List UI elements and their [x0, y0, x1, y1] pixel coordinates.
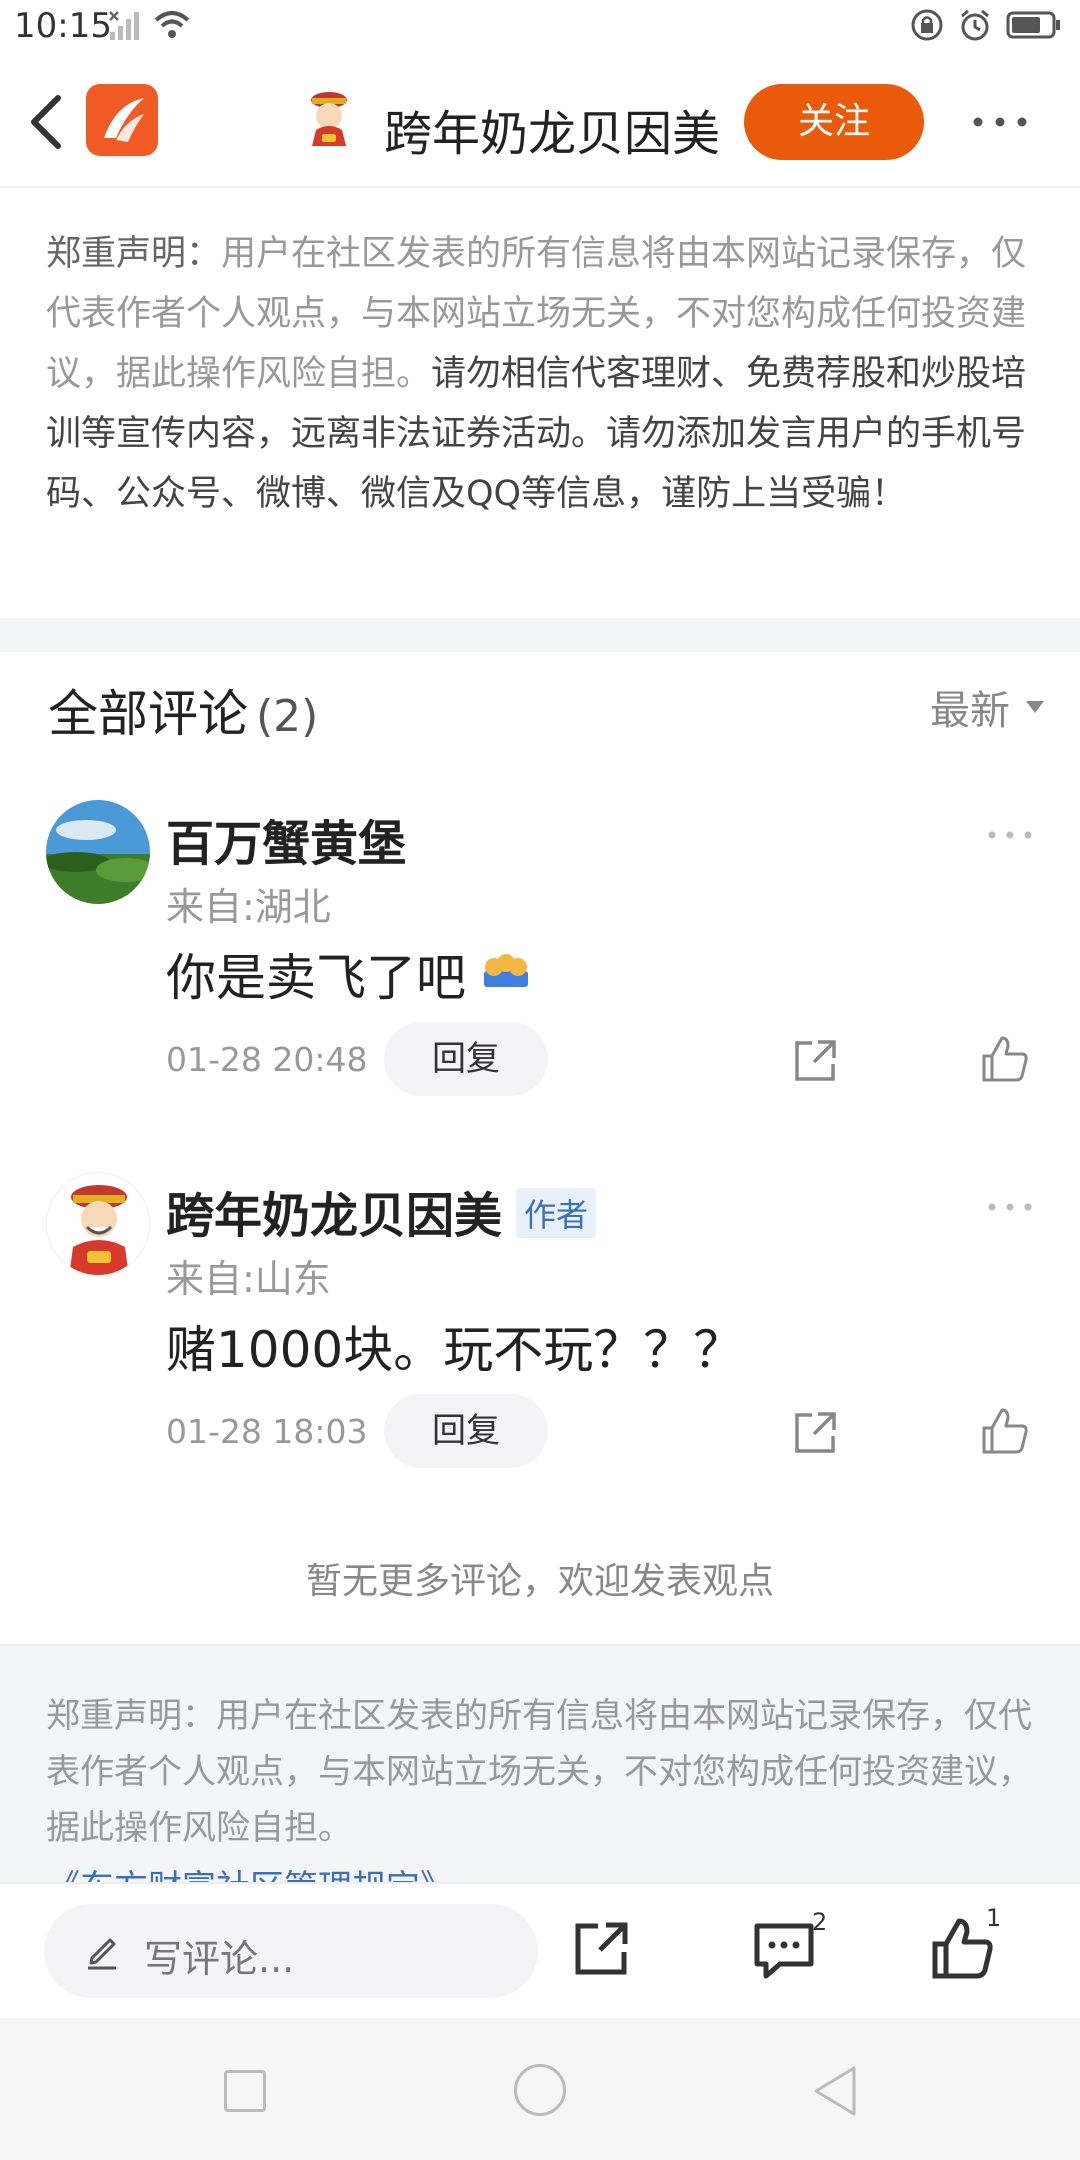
- sort-label: 最新: [930, 688, 1010, 734]
- reply-button[interactable]: 回复: [384, 1394, 548, 1468]
- status-left-icons: [108, 8, 192, 42]
- comment-time: 01-28 18:03: [166, 1412, 368, 1451]
- god-of-wealth-avatar-image: [47, 1173, 149, 1275]
- back-button[interactable]: [24, 92, 74, 152]
- laughing-faces-emoji-icon: [483, 954, 528, 987]
- status-bar: 10:15: [0, 0, 1080, 56]
- status-right-icons: [910, 8, 1062, 42]
- follow-button[interactable]: 关注: [744, 84, 924, 160]
- comments-title: 全部评论: [48, 685, 248, 743]
- write-comment-input[interactable]: 写评论...: [44, 1904, 538, 1998]
- comment-author-name: 跨年奶龙贝因美 作者: [166, 1176, 597, 1246]
- home-button[interactable]: [514, 2064, 566, 2116]
- page-title: 跨年奶龙贝因美: [384, 106, 721, 162]
- recent-apps-button[interactable]: [224, 2070, 266, 2112]
- status-time: 10:15: [14, 6, 112, 46]
- footer-disclaimer-text: 郑重声明：用户在社区发表的所有信息将由本网站记录保存，仅代表作者个人观点，与本网…: [46, 1696, 1032, 1848]
- like-count-badge: 1: [986, 1904, 1002, 1932]
- comment-location: 来自:湖北: [166, 885, 331, 929]
- no-more-comments-text: 暂无更多评论，欢迎发表观点: [305, 1561, 774, 1602]
- share-icon[interactable]: [792, 1410, 838, 1456]
- landscape-avatar-image: [46, 800, 150, 904]
- comment-icon[interactable]: [752, 1920, 816, 1980]
- avatar[interactable]: [46, 800, 150, 904]
- comment-count-badge: 2: [812, 1908, 828, 1936]
- comment-text: 你是卖飞了吧: [166, 938, 530, 1010]
- footer-disclaimer: 郑重声明：用户在社区发表的所有信息将由本网站记录保存，仅代表作者个人观点，与本网…: [0, 1644, 1080, 1882]
- author-badge: 作者: [516, 1188, 597, 1238]
- write-comment-placeholder: 写评论...: [144, 1937, 295, 1981]
- wifi-icon: [154, 11, 190, 38]
- lock-rotation-icon: [911, 9, 943, 41]
- battery-icon: [1006, 11, 1060, 39]
- author-avatar-icon[interactable]: [300, 90, 358, 148]
- more-options-icon[interactable]: [986, 1200, 1034, 1214]
- share-icon[interactable]: [572, 1920, 630, 1978]
- bottom-action-bar: 写评论... 2 1: [0, 1882, 1080, 2018]
- pen-icon: [88, 1938, 116, 1970]
- reply-button[interactable]: 回复: [384, 1022, 548, 1096]
- signal-icon: [109, 11, 139, 40]
- comments-count: (2): [256, 691, 319, 742]
- top-nav-bar: 跨年奶龙贝因美 关注: [0, 60, 1080, 188]
- more-options-icon[interactable]: [986, 828, 1034, 842]
- comment-author-name[interactable]: 百万蟹黄堡: [166, 804, 406, 874]
- section-divider: [0, 618, 1080, 652]
- like-icon[interactable]: [980, 1034, 1030, 1084]
- comment-author-name-text[interactable]: 跨年奶龙贝因美: [166, 1188, 502, 1244]
- comment-time: 01-28 20:48: [166, 1040, 368, 1079]
- comment-text-content: 你是卖飞了吧: [166, 949, 466, 1007]
- comment-location: 来自:山东: [166, 1257, 331, 1301]
- community-rules-link[interactable]: 《东方财富社区管理规定》: [46, 1860, 454, 1882]
- disclaimer-notice: 郑重声明：用户在社区发表的所有信息将由本网站记录保存，仅代表作者个人观点，与本网…: [46, 224, 1036, 524]
- alarm-icon: [961, 9, 989, 41]
- like-icon[interactable]: [930, 1916, 994, 1980]
- sort-dropdown[interactable]: 最新: [930, 678, 1044, 736]
- comments-heading: 全部评论 (2): [48, 674, 318, 746]
- like-icon[interactable]: [980, 1406, 1030, 1456]
- share-icon[interactable]: [792, 1038, 838, 1084]
- caret-down-icon: [1026, 701, 1044, 713]
- system-back-button[interactable]: [810, 2064, 860, 2118]
- avatar[interactable]: [46, 1172, 150, 1276]
- system-nav-bar: [0, 2018, 1080, 2160]
- comment-text: 赌1000块。玩不玩？？？: [166, 1321, 744, 1379]
- more-options-icon[interactable]: [970, 112, 1030, 132]
- app-logo-icon: [104, 98, 144, 142]
- disclaimer-label: 郑重声明：: [46, 234, 222, 274]
- app-logo[interactable]: [86, 84, 158, 156]
